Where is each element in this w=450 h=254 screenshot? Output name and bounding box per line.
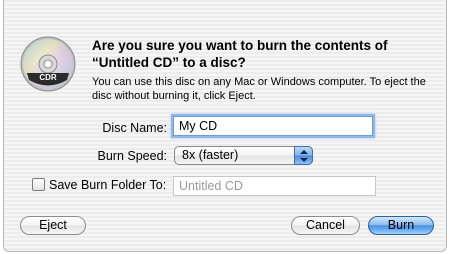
- save-folder-name-field[interactable]: [173, 176, 376, 196]
- save-burn-folder-checkbox[interactable]: [32, 178, 45, 191]
- burn-speed-popup[interactable]: 8x (faster): [174, 146, 313, 165]
- burn-disc-dialog: CDR Are you sure you want to burn the co…: [3, 0, 447, 252]
- cdr-label: CDR: [39, 73, 57, 82]
- popup-arrows-icon: [294, 146, 313, 165]
- disc-name-label: Disc Name:: [102, 121, 167, 135]
- save-burn-folder-label[interactable]: Save Burn Folder To:: [49, 178, 166, 192]
- cd-r-disc-icon: CDR: [19, 35, 77, 93]
- burn-speed-value: 8x (faster): [182, 148, 239, 162]
- eject-button[interactable]: Eject: [20, 216, 86, 235]
- burn-button[interactable]: Burn: [368, 216, 434, 235]
- dialog-description: You can use this disc on any Mac or Wind…: [92, 76, 426, 102]
- cancel-button[interactable]: Cancel: [291, 216, 360, 235]
- dialog-title: Are you sure you want to burn the conten…: [92, 38, 388, 70]
- burn-speed-label: Burn Speed:: [97, 149, 168, 163]
- disc-name-field[interactable]: [173, 116, 373, 136]
